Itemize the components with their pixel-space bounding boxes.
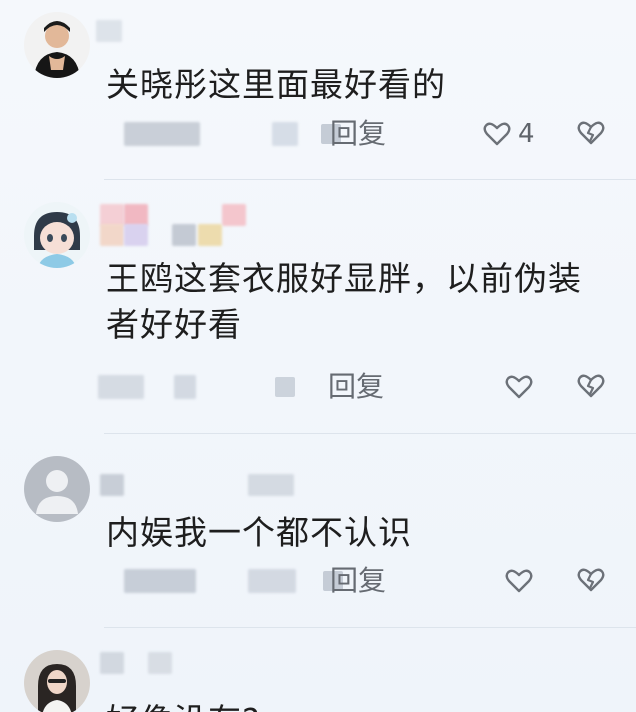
comment-text: 内娱我一个都不认识 xyxy=(106,513,412,552)
comment-meta: 回复 xyxy=(104,564,624,598)
timestamp-blurred xyxy=(98,375,144,399)
comment-item: 内娱我一个都不认识 回复 xyxy=(0,434,636,628)
heart-icon xyxy=(483,122,511,146)
avatar-woman-icon[interactable] xyxy=(24,650,90,712)
username-blurred xyxy=(100,204,124,226)
username-blurred xyxy=(222,204,246,226)
location-blurred xyxy=(272,122,298,146)
comment-text: 关晓彤这里面最好看的 xyxy=(106,65,446,104)
username-blurred xyxy=(100,652,124,674)
timestamp-blurred xyxy=(124,122,200,146)
like-button[interactable] xyxy=(504,371,540,403)
badge-blurred xyxy=(198,224,222,246)
dislike-button[interactable] xyxy=(576,565,606,595)
dislike-button[interactable] xyxy=(576,118,606,148)
heart-icon xyxy=(505,569,533,593)
comment-item: 王鸥这套衣服好显胖，以前伪装者好好看 回复 xyxy=(0,180,636,434)
broken-heart-icon xyxy=(577,568,605,592)
broken-heart-icon xyxy=(577,374,605,398)
avatar-man-icon[interactable] xyxy=(24,12,90,78)
username-blurred xyxy=(124,224,148,246)
badge-blurred xyxy=(172,224,196,246)
reply-button[interactable]: 回复 xyxy=(330,564,386,598)
username-blurred xyxy=(100,224,124,246)
username-blurred xyxy=(100,474,124,496)
dislike-button[interactable] xyxy=(576,371,606,401)
username-blurred xyxy=(148,652,172,674)
comment-item: 关晓彤这里面最好看的 回复 4 xyxy=(0,0,636,180)
like-button[interactable] xyxy=(504,565,540,597)
comment-text: 王鸥这套衣服好显胖，以前伪装者好好看 xyxy=(106,259,582,344)
reply-button[interactable]: 回复 xyxy=(330,117,386,151)
comment-text: 好像没有? xyxy=(106,698,606,712)
timestamp-blurred xyxy=(124,569,196,593)
reply-icon[interactable] xyxy=(274,375,296,399)
broken-heart-icon xyxy=(577,121,605,145)
default-avatar-icon[interactable] xyxy=(24,456,90,522)
comment-meta: 回复 xyxy=(98,370,624,404)
location-blurred xyxy=(248,569,296,593)
heart-icon xyxy=(505,375,533,399)
username-blurred xyxy=(248,474,294,496)
like-button[interactable]: 4 xyxy=(482,118,535,150)
timestamp-blurred xyxy=(174,375,196,399)
like-count: 4 xyxy=(518,119,535,149)
username-blurred xyxy=(96,20,122,42)
comment-meta: 回复 4 xyxy=(104,117,624,151)
reply-button[interactable]: 回复 xyxy=(328,370,384,404)
avatar-anime-girl-icon[interactable] xyxy=(24,202,90,268)
comment-item: 好像没有? xyxy=(0,628,636,712)
comment-list: 关晓彤这里面最好看的 回复 4 王鸥这套衣服好显胖，以前伪装者好好看 回复 内娱… xyxy=(0,0,636,712)
username-blurred xyxy=(124,204,148,226)
